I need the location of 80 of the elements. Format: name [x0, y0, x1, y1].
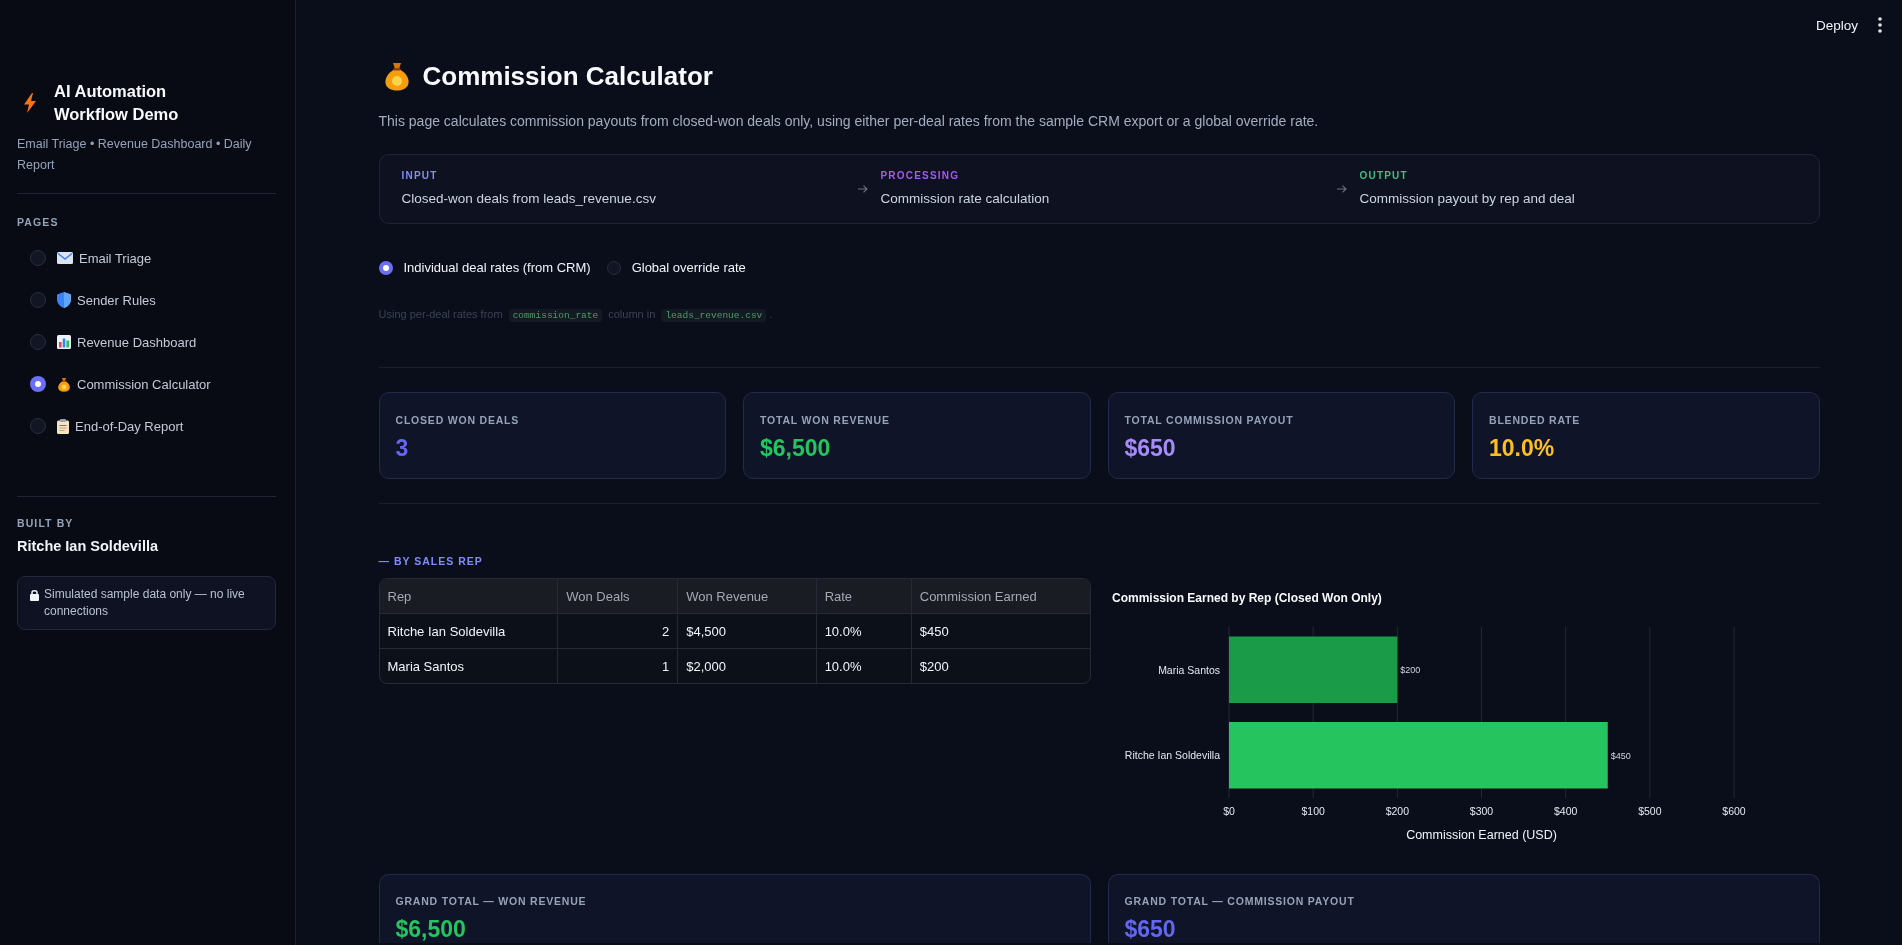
note-text: Simulated sample data only — no live connections [44, 586, 246, 620]
radio-option[interactable]: Individual deal rates (from CRM) [378, 258, 591, 278]
nav-item[interactable]: Commission Calculator [17, 363, 211, 405]
radio-button[interactable] [30, 292, 46, 308]
kebab-menu-icon [1878, 17, 1882, 33]
category-label: Ritche Ian Soldevilla [1124, 749, 1220, 762]
column-header: Won Deals [557, 579, 678, 614]
nav-item[interactable]: Sender Rules [17, 279, 156, 321]
column-header: Rate [816, 579, 912, 614]
app-subtitle: Email Triage • Revenue Dashboard • Daily Report [17, 136, 253, 174]
tick-label: $500 [1637, 805, 1661, 817]
table-cell: $4,500 [677, 613, 817, 649]
lightning-icon [24, 93, 36, 113]
table-cell: Maria Santos [379, 648, 558, 683]
value-label: $450 [1610, 750, 1631, 761]
column-header: Commission Earned [911, 579, 1090, 614]
table-cell: 10.0% [816, 648, 912, 683]
step-text: Closed-won deals from leads_revenue.csv [401, 190, 656, 208]
category-label: Maria Santos [1157, 663, 1220, 676]
tick-label: $600 [1721, 805, 1746, 817]
section-heading: PAGES [17, 215, 60, 229]
table-cell: $450 [911, 613, 1090, 649]
shield-icon [57, 292, 71, 308]
radio-button[interactable] [30, 418, 46, 434]
radio-button[interactable] [606, 261, 621, 275]
step-label: PROCESSING [880, 169, 961, 183]
table-cell: $2,000 [677, 648, 817, 683]
axis-title: Commission Earned (USD) [1405, 828, 1557, 842]
envelope-icon [57, 252, 73, 264]
page-title: Commission Calculator [422, 60, 713, 93]
metric-value: 10.0% [1489, 434, 1556, 463]
column-header: Won Revenue [677, 579, 817, 614]
total-value: $650 [1124, 915, 1177, 943]
table-cell: 1 [557, 648, 678, 683]
lock-icon [30, 589, 39, 601]
total-label: GRAND TOTAL — COMMISSION PAYOUT [1124, 894, 1356, 908]
nav-item[interactable]: Email Triage [17, 237, 152, 279]
metric-label: CLOSED WON DEALS [395, 413, 521, 427]
tick-label: $0 [1222, 805, 1235, 817]
radio-option[interactable]: Global override rate [606, 258, 746, 278]
metric-value: $650 [1124, 434, 1177, 463]
metric-value: 3 [395, 434, 410, 463]
step-label: INPUT [401, 169, 439, 183]
table-cell: 10.0% [816, 613, 912, 649]
value-label: $200 [1399, 665, 1420, 676]
chart-title: Commission Earned by Rep (Closed Won Only) [1111, 591, 1382, 605]
metric-label: TOTAL WON REVENUE [760, 413, 891, 427]
radio-button[interactable] [30, 334, 46, 350]
metric-label: TOTAL COMMISSION PAYOUT [1124, 413, 1295, 427]
page-description: This page calculates commission payouts from closed-won deals only, using either per-deal rates from the sample CRM export or a global override rate. [378, 112, 1320, 131]
clipboard-icon [57, 418, 69, 434]
bag-icon [57, 376, 71, 392]
section-heading: BUILT BY [17, 516, 75, 530]
step-text: Commission rate calculation [880, 190, 1050, 208]
column-header: Rep [379, 579, 558, 614]
step-label: OUTPUT [1359, 169, 1409, 183]
tick-label: $200 [1385, 805, 1409, 817]
deploy-button[interactable]: Deploy [1809, 13, 1864, 37]
step-text: Commission payout by rep and deal [1359, 190, 1575, 208]
arrow-icon [1336, 185, 1347, 193]
table-cell: $200 [911, 648, 1090, 683]
table-cell: Ritche Ian Soldevilla [379, 613, 558, 649]
metric-label: BLENDED RATE [1489, 413, 1582, 427]
total-label: GRAND TOTAL — WON REVENUE [395, 894, 588, 908]
tick-label: $400 [1553, 805, 1577, 817]
section-heading: — BY SALES REP [378, 554, 484, 568]
app-title: AI Automation Workflow Demo [54, 81, 180, 125]
arrow-icon [857, 185, 868, 193]
radio-button[interactable] [378, 261, 393, 275]
tick-label: $300 [1469, 805, 1493, 817]
bar-chart-icon [57, 335, 71, 349]
nav-item[interactable]: End-of-Day Report [17, 405, 184, 447]
author-name: Ritche Ian Soldevilla [17, 537, 159, 556]
metric-value: $6,500 [760, 434, 832, 463]
nav-item[interactable]: Revenue Dashboard [17, 321, 197, 363]
total-value: $6,500 [395, 915, 467, 943]
radio-button[interactable] [30, 250, 46, 266]
table-cell: 2 [557, 613, 678, 649]
radio-button[interactable] [30, 376, 46, 392]
tick-label: $100 [1301, 805, 1325, 817]
